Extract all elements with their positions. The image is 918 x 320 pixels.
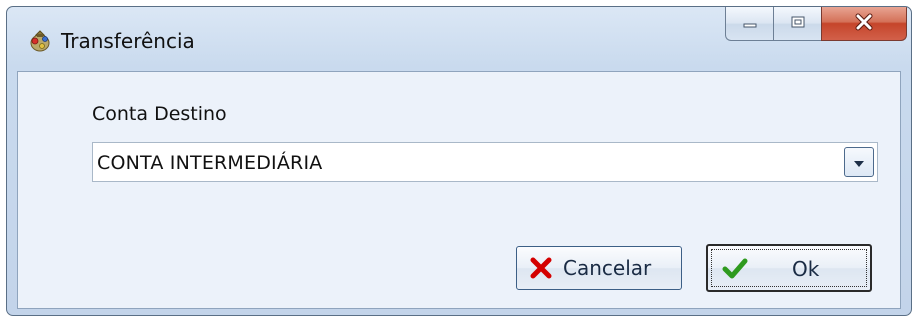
cancel-label: Cancelar [563,256,652,280]
conta-destino-combobox[interactable]: CONTA INTERMEDIÁRIA [92,142,878,182]
chevron-down-icon [853,153,865,172]
minimize-icon [742,14,758,33]
cancel-button[interactable]: Cancelar [516,246,682,290]
maximize-icon [790,14,806,33]
money-bag-icon [27,27,53,53]
focus-ring [711,249,867,287]
close-icon [853,13,875,35]
conta-destino-label: Conta Destino [92,103,227,125]
red-x-icon [529,256,553,280]
close-button[interactable] [821,7,907,41]
maximize-button[interactable] [773,7,821,41]
window-title: Transferência [61,29,195,53]
dropdown-button[interactable] [844,147,874,177]
ok-label: Ok [792,257,820,281]
caption-buttons [725,7,907,43]
minimize-button[interactable] [725,7,773,41]
conta-destino-value: CONTA INTERMEDIÁRIA [97,152,323,174]
dialog-window: Transferência Conta Destino CONTA INTERM… [6,6,912,316]
ok-button[interactable]: Ok [706,244,872,292]
title-bar[interactable]: Transferência [7,7,911,71]
dialog-body: Conta Destino CONTA INTERMEDIÁRIA Cancel… [17,71,901,309]
